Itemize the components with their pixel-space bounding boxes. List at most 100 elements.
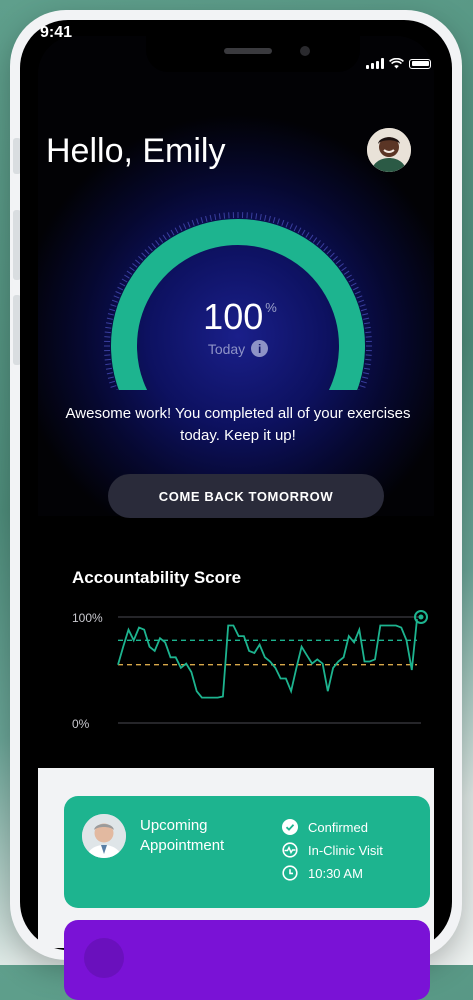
gauge-tick [333, 256, 337, 260]
gauge-tick [278, 219, 280, 225]
gauge-tick [365, 359, 371, 360]
info-icon[interactable]: i [251, 340, 268, 357]
upcoming-appointment-card[interactable]: Upcoming Appointment Confirmed In-Clinic… [64, 796, 430, 908]
gauge-tick [282, 220, 284, 226]
gauge-tick [320, 243, 324, 248]
appointment-time: 10:30 AM [308, 866, 363, 881]
gauge-tick [179, 226, 182, 231]
gauge-tick [364, 368, 370, 369]
front-camera [300, 46, 310, 56]
gauge-tick [360, 305, 366, 307]
gauge-tick [302, 230, 305, 235]
pulse-icon [282, 842, 298, 858]
gauge-tick [148, 246, 152, 250]
today-label: Today [208, 341, 245, 357]
gauge-tick [127, 271, 132, 274]
gauge-tick [197, 219, 199, 225]
gauge-tick [361, 309, 367, 311]
gauge-tick [365, 332, 371, 333]
gauge-tick [357, 296, 363, 298]
secondary-card-avatar [84, 938, 124, 978]
gauge-tick [362, 314, 368, 315]
gauge-tick [330, 253, 334, 257]
gauge-tick [210, 215, 211, 221]
gauge-tick [105, 364, 111, 365]
status-time: 9:41 [40, 24, 72, 42]
appointment-title: Upcoming Appointment [140, 816, 270, 856]
gauge-tick [112, 300, 118, 302]
gauge-tick [363, 318, 369, 319]
gauge-tick [298, 228, 301, 233]
gauge-tick [201, 217, 203, 223]
gauge-tick [106, 368, 112, 369]
gauge-tick [142, 253, 146, 257]
gauge-tick [313, 238, 317, 243]
gauge-tick [360, 386, 366, 388]
gauge-tick [364, 323, 370, 324]
gauge-tick [105, 327, 111, 328]
gauge-tick [344, 271, 349, 274]
secondary-card[interactable] [64, 920, 430, 1000]
gauge-tick [224, 213, 225, 219]
notch [146, 36, 360, 72]
gauge-tick [347, 275, 352, 278]
gauge-tick [365, 364, 371, 365]
gauge-tick [152, 243, 156, 248]
gauge-tick [327, 250, 331, 254]
doctor-avatar-icon [82, 814, 126, 858]
gauge-tick [358, 300, 364, 302]
gauge-tick [145, 250, 149, 254]
gauge-tick [138, 256, 142, 260]
gauge-tick [108, 314, 114, 315]
gauge-tick [106, 323, 112, 324]
gauge-tick [107, 318, 113, 319]
greeting-title: Hello, Emily [46, 132, 225, 171]
gauge-tick [108, 377, 114, 378]
come-back-tomorrow-button[interactable]: COME BACK TOMORROW [108, 474, 384, 518]
gauge-tick [355, 291, 360, 293]
gauge-tick [132, 264, 137, 268]
gauge-tick [310, 235, 313, 240]
status-icons [366, 58, 431, 69]
gauge-tick [362, 377, 368, 378]
gauge-tick [206, 216, 207, 222]
appointment-details: Confirmed In-Clinic Visit 10:30 AM [282, 816, 383, 885]
gauge-tick [365, 327, 371, 328]
gauge-tick [118, 287, 123, 290]
gauge-tick [290, 224, 292, 229]
gauge-tick [342, 267, 347, 271]
gauge-tick [294, 226, 297, 231]
completion-message: Awesome work! You completed all of your … [60, 403, 416, 447]
gauge-tick [116, 291, 121, 293]
gauge-tick [107, 373, 113, 374]
battery-icon [409, 59, 431, 69]
progress-gauge [88, 190, 388, 390]
score-series-line [118, 619, 417, 698]
gauge-tick [256, 213, 257, 219]
gauge-tick [111, 305, 117, 307]
gauge-tick [167, 232, 170, 237]
appointment-status: Confirmed [308, 820, 368, 835]
gauge-tick [159, 238, 163, 243]
accountability-chart [64, 600, 434, 740]
gauge-tick [171, 230, 174, 235]
profile-avatar[interactable] [367, 128, 411, 172]
gauge-tick [269, 216, 270, 222]
gauge-tick [265, 215, 266, 221]
doctor-avatar [82, 814, 126, 858]
check-circle-icon [282, 819, 298, 835]
gauge-tick [105, 332, 111, 333]
accountability-score-title: Accountability Score [72, 568, 241, 588]
visit-type: In-Clinic Visit [308, 843, 383, 858]
user-avatar-icon [367, 128, 411, 172]
gauge-tick [336, 260, 341, 264]
visit-type-row: In-Clinic Visit [282, 839, 383, 861]
percentage-value: 100 [203, 296, 263, 337]
latest-point-dot [419, 615, 424, 620]
gauge-tick [120, 283, 125, 286]
gauge-tick [349, 279, 354, 282]
gauge-tick [135, 260, 140, 264]
signal-icon [366, 58, 384, 69]
time-row: 10:30 AM [282, 862, 383, 884]
gauge-tick [188, 222, 190, 228]
